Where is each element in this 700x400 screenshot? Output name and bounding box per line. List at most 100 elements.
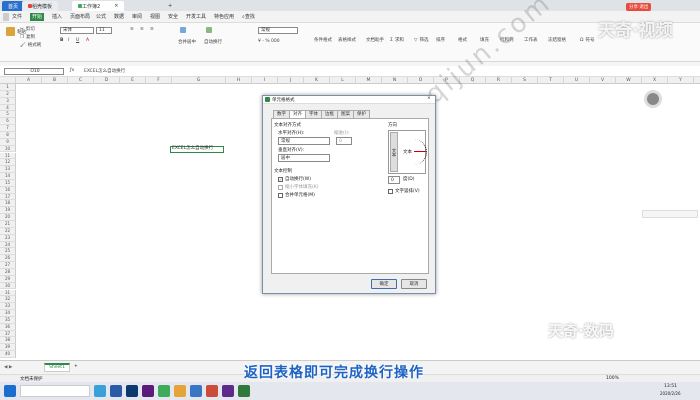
vertical-text-button[interactable]: 文本 xyxy=(390,132,398,172)
tab-font[interactable]: 字体 xyxy=(305,110,322,118)
menu-file[interactable]: 文件 xyxy=(12,13,22,21)
row-header[interactable]: 22 xyxy=(0,227,16,235)
cut-button[interactable]: ✂ 剪切 xyxy=(20,26,35,33)
degrees-input[interactable]: 0 xyxy=(388,176,400,184)
column-header[interactable]: C xyxy=(68,77,94,84)
column-header[interactable]: U xyxy=(564,77,590,84)
menu-security[interactable]: 安全 xyxy=(168,13,178,21)
row-header[interactable]: 13 xyxy=(0,166,16,174)
formula-input[interactable]: EXCEL怎么自动换行 xyxy=(84,68,125,74)
row-header[interactable]: 18 xyxy=(0,200,16,208)
select-all-corner[interactable] xyxy=(0,77,16,84)
merge-button[interactable] xyxy=(180,27,186,33)
shrink-checkbox[interactable] xyxy=(278,185,283,190)
row-header[interactable]: 1 xyxy=(0,84,16,91)
column-header[interactable]: S xyxy=(512,77,538,84)
row-header[interactable]: 9 xyxy=(0,138,16,146)
row-header[interactable]: 8 xyxy=(0,131,16,139)
column-header[interactable]: E xyxy=(120,77,146,84)
menu-page-layout[interactable]: 页面布局 xyxy=(70,13,90,21)
cond-format-button[interactable]: 条件格式 xyxy=(314,37,332,43)
ok-button[interactable]: 确定 xyxy=(371,279,397,289)
tab-number[interactable]: 数字 xyxy=(273,110,290,118)
row-header[interactable]: 34 xyxy=(0,310,16,317)
column-header[interactable]: N xyxy=(382,77,408,84)
menu-special[interactable]: 特色应用 xyxy=(214,13,234,21)
horizontal-select[interactable]: 常规 xyxy=(278,137,330,145)
currency-button[interactable]: ¥ - % 000 xyxy=(258,39,280,44)
freeze-button[interactable]: 冻结窗格 xyxy=(548,37,566,43)
column-header[interactable]: Z xyxy=(694,77,700,84)
column-header[interactable]: B xyxy=(42,77,68,84)
row-header[interactable]: 16 xyxy=(0,186,16,194)
row-header[interactable]: 36 xyxy=(0,323,16,331)
clock-time[interactable]: 13:51 xyxy=(664,384,677,389)
bold-button[interactable]: B xyxy=(60,38,63,43)
tab-protection[interactable]: 保护 xyxy=(353,110,370,118)
row-header[interactable]: 3 xyxy=(0,97,16,105)
align-top-button[interactable]: ≡ xyxy=(130,27,134,32)
word-icon[interactable] xyxy=(110,385,122,397)
symbol-button[interactable]: Ω 符号 xyxy=(580,37,594,44)
merge-label[interactable]: 合并居中 xyxy=(178,39,196,45)
menu-developer[interactable]: 开发工具 xyxy=(186,13,206,21)
app-icon[interactable] xyxy=(190,385,202,397)
tab-border[interactable]: 边框 xyxy=(321,110,338,118)
row-header[interactable]: 17 xyxy=(0,193,16,201)
row-header[interactable]: 29 xyxy=(0,275,16,283)
column-header[interactable]: J xyxy=(278,77,304,84)
font-color-button[interactable]: A xyxy=(86,38,89,43)
photoshop-icon[interactable] xyxy=(126,385,138,397)
column-header[interactable]: D xyxy=(94,77,120,84)
premiere-icon[interactable] xyxy=(142,385,154,397)
row-header[interactable]: 15 xyxy=(0,179,16,187)
row-header[interactable]: 4 xyxy=(0,104,16,112)
menu-view[interactable]: 视图 xyxy=(150,13,160,21)
new-tab-button[interactable]: + xyxy=(162,1,178,11)
column-header[interactable]: X xyxy=(642,77,668,84)
align-bottom-button[interactable]: ≡ xyxy=(150,27,154,32)
menu-home[interactable]: 开始 xyxy=(30,13,45,21)
tab-templates[interactable]: 稻壳模板 xyxy=(22,1,59,11)
row-header[interactable]: 2 xyxy=(0,90,16,98)
row-header[interactable]: 39 xyxy=(0,344,16,352)
fx-icon[interactable]: ƒx xyxy=(70,68,74,73)
merge-checkbox[interactable] xyxy=(278,193,283,198)
sum-button[interactable]: Σ 求和 xyxy=(390,37,404,44)
format-painter-button[interactable]: 🖌 格式刷 xyxy=(20,42,41,49)
row-header[interactable]: 6 xyxy=(0,118,16,126)
row-header[interactable]: 19 xyxy=(0,207,16,215)
indent-input[interactable]: 0 xyxy=(336,137,352,145)
row-header[interactable]: 23 xyxy=(0,234,16,242)
row-header[interactable]: 25 xyxy=(0,248,16,256)
active-cell[interactable]: EXCEL怎么自动换行 xyxy=(170,146,224,153)
folder-icon[interactable] xyxy=(174,385,186,397)
font-select[interactable]: 宋体 xyxy=(60,27,94,34)
column-header[interactable]: H xyxy=(226,77,252,84)
number-format-select[interactable]: 常规 xyxy=(258,27,298,34)
excel-icon[interactable] xyxy=(238,385,250,397)
row-header[interactable]: 24 xyxy=(0,241,16,249)
sort-button[interactable]: 排序 xyxy=(436,37,445,43)
row-header[interactable]: 35 xyxy=(0,316,16,324)
menu-insert[interactable]: 插入 xyxy=(52,13,62,21)
row-header[interactable]: 33 xyxy=(0,303,16,311)
row-header[interactable]: 27 xyxy=(0,262,16,269)
column-header[interactable]: V xyxy=(590,77,616,84)
app3-icon[interactable] xyxy=(222,385,234,397)
orientation-box[interactable]: 文本 文本 xyxy=(388,130,427,174)
edge-icon[interactable] xyxy=(94,385,106,397)
tab-workbook[interactable]: 工作簿2 × xyxy=(72,1,125,11)
row-header[interactable]: 26 xyxy=(0,255,16,263)
row-header[interactable]: 40 xyxy=(0,351,16,358)
column-header[interactable]: I xyxy=(252,77,278,84)
column-header[interactable]: Y xyxy=(668,77,694,84)
column-header[interactable]: F xyxy=(146,77,172,84)
wps-icon[interactable] xyxy=(158,385,170,397)
doc-helper-button[interactable]: 文档助手 xyxy=(366,37,384,43)
row-header[interactable]: 10 xyxy=(0,145,16,153)
record-button[interactable] xyxy=(644,90,662,108)
column-header[interactable]: L xyxy=(330,77,356,84)
column-header[interactable]: A xyxy=(16,77,42,84)
menu-review[interactable]: 审阅 xyxy=(132,13,142,21)
